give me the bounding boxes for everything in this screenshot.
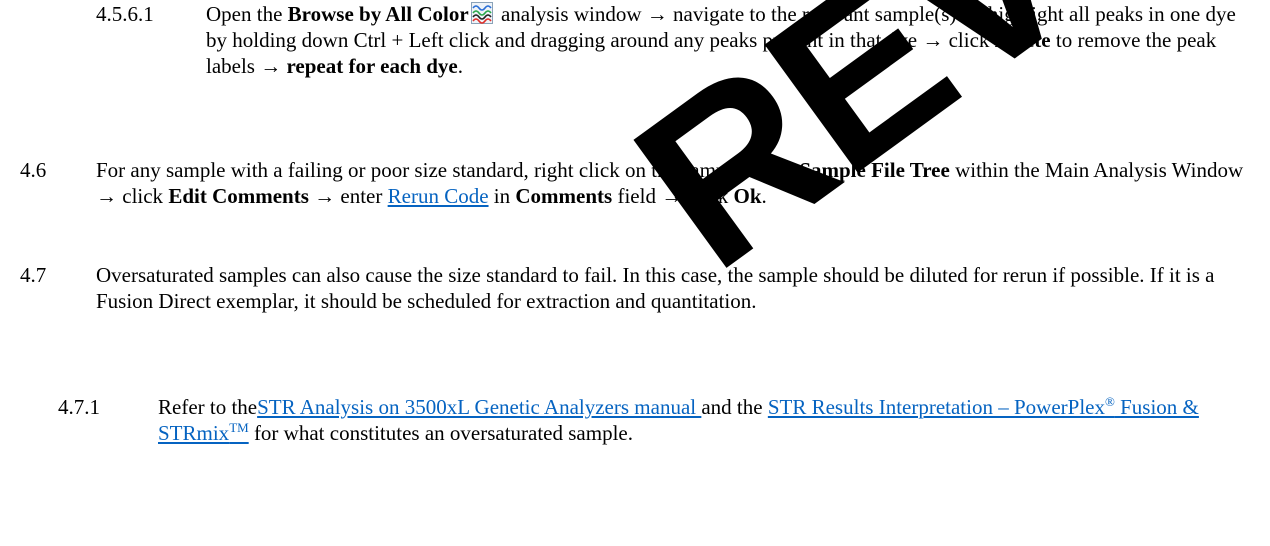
- step-number: 4.7: [20, 263, 47, 287]
- step-text: Open the Browse by All Color analysis wi…: [206, 1, 1256, 79]
- text-run: .: [761, 184, 767, 208]
- comments-label: Comments: [515, 184, 613, 208]
- step-text: Oversaturated samples can also cause the…: [96, 263, 1215, 313]
- rerun-code-link[interactable]: Rerun Code: [388, 184, 489, 208]
- step-number: 4.5.6.1: [96, 2, 154, 26]
- browse-by-all-color-label: Browse by All Color: [287, 2, 469, 26]
- text-run: for what constitutes an oversaturated sa…: [248, 421, 633, 445]
- ok-label: Ok: [733, 184, 762, 208]
- step-number: 4.6: [20, 158, 47, 182]
- sample-file-tree-label: Sample File Tree: [799, 158, 950, 182]
- edit-comments-label: Edit Comments: [168, 184, 309, 208]
- step-text: For any sample with a failing or poor si…: [96, 157, 1258, 209]
- trademark-mark: TM: [229, 420, 249, 435]
- link-text: STR Results Interpretation – PowerPlex: [767, 395, 1105, 419]
- text-run: field → click: [612, 184, 734, 208]
- text-run: .: [457, 54, 463, 78]
- text-run: → enter: [308, 184, 388, 208]
- str-analysis-manual-link[interactable]: STR Analysis on 3500xL Genetic Analyzers…: [257, 395, 701, 419]
- text-run: in: [488, 184, 516, 208]
- registered-mark: ®: [1104, 394, 1115, 409]
- step-text: Refer to theSTR Analysis on 3500xL Genet…: [158, 394, 1258, 446]
- text-run: For any sample with a failing or poor si…: [96, 158, 800, 182]
- delete-label: Delete: [994, 28, 1051, 52]
- text-run: Open the: [206, 2, 288, 26]
- text-run: Refer to the: [158, 395, 258, 419]
- text-run: and the: [701, 395, 768, 419]
- browse-by-all-color-icon: [470, 2, 493, 24]
- step-number: 4.7.1: [58, 395, 100, 419]
- repeat-label: repeat for each dye: [286, 54, 458, 78]
